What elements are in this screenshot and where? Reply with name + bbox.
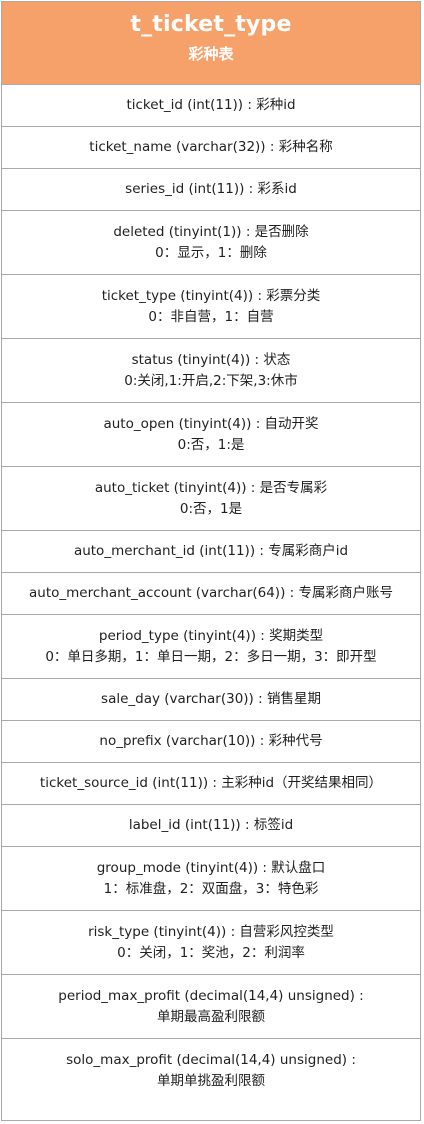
field-definition: ticket_type (tinyint(4)) : 彩票分类 — [101, 287, 321, 304]
field-row: group_mode (tinyint(4)) : 默认盘口 1：标准盘，2：双面… — [2, 847, 420, 911]
field-row: auto_ticket (tinyint(4)) : 是否专属彩 0:否，1是 — [2, 467, 420, 531]
field-row: ticket_name (varchar(32)) : 彩种名称 — [2, 127, 420, 169]
entity-subtitle: 彩种表 — [188, 45, 234, 63]
field-definition: solo_max_profit (decimal(14,4) unsigned)… — [66, 1052, 356, 1068]
field-description: 单期最高盈利限额 — [157, 1008, 265, 1025]
field-definition: risk_type (tinyint(4)) : 自营彩风控类型 — [88, 923, 334, 940]
field-row: auto_open (tinyint(4)) : 自动开奖 0:否，1:是 — [2, 403, 420, 467]
field-description: 0:否，1:是 — [177, 436, 245, 453]
field-definition: auto_merchant_id (int(11)) : 专属彩商户id — [73, 543, 349, 559]
field-definition: period_max_profit (decimal(14,4) unsigne… — [58, 987, 364, 1004]
field-row: no_prefix (varchar(10)) : 彩种代号 — [2, 721, 420, 763]
field-list: ticket_id (int(11)) : 彩种id ticket_name (v… — [2, 85, 420, 1103]
er-entity-table: t_ticket_type 彩种表 ticket_id (int(11)) : … — [1, 1, 421, 1121]
field-definition: period_type (tinyint(4)) : 奖期类型 — [98, 627, 324, 644]
field-row: auto_merchant_account (varchar(64)) : 专属… — [2, 573, 420, 615]
field-description: 0：关闭，1：奖池，2：利润率 — [117, 944, 305, 961]
field-description: 0：单日多期，1：单日一期，2：多日一期，3：即开型 — [45, 648, 377, 665]
field-row: ticket_type (tinyint(4)) : 彩票分类 0：非自营，1：自… — [2, 275, 420, 339]
field-description: 1：标准盘，2：双面盘，3：特色彩 — [103, 880, 319, 897]
field-description: 0:否，1是 — [179, 500, 243, 517]
field-description: 0：显示，1：删除 — [155, 244, 267, 261]
field-definition: no_prefix (varchar(10)) : 彩种代号 — [99, 733, 323, 749]
field-row: risk_type (tinyint(4)) : 自营彩风控类型 0：关闭，1：奖… — [2, 911, 420, 975]
field-definition: ticket_name (varchar(32)) : 彩种名称 — [89, 139, 333, 155]
field-definition: status (tinyint(4)) : 状态 — [131, 351, 291, 368]
field-description: 单期单挑盈利限额 — [157, 1073, 265, 1089]
field-definition: deleted (tinyint(1)) : 是否删除 — [113, 223, 309, 240]
field-definition: ticket_id (int(11)) : 彩种id — [126, 97, 296, 113]
entity-header: t_ticket_type 彩种表 — [2, 2, 420, 85]
field-row: auto_merchant_id (int(11)) : 专属彩商户id — [2, 531, 420, 573]
field-row: deleted (tinyint(1)) : 是否删除 0：显示，1：删除 — [2, 211, 420, 275]
field-row: period_max_profit (decimal(14,4) unsigne… — [2, 975, 420, 1039]
field-row: status (tinyint(4)) : 状态 0:关闭,1:开启,2:下架,3… — [2, 339, 420, 403]
field-description: 0：非自营，1：自营 — [148, 308, 274, 325]
field-row: solo_max_profit (decimal(14,4) unsigned)… — [2, 1039, 420, 1103]
field-definition: series_id (int(11)) : 彩系id — [125, 181, 297, 197]
field-description: 0:关闭,1:开启,2:下架,3:休市 — [124, 372, 298, 389]
field-row: label_id (int(11)) : 标签id — [2, 805, 420, 847]
field-definition: ticket_source_id (int(11)) : 主彩种id（开奖结果相… — [39, 775, 383, 791]
field-row: period_type (tinyint(4)) : 奖期类型 0：单日多期，1：… — [2, 615, 420, 679]
field-definition: sale_day (varchar(30)) : 销售星期 — [101, 691, 321, 707]
field-row: ticket_source_id (int(11)) : 主彩种id（开奖结果相… — [2, 763, 420, 805]
field-definition: auto_merchant_account (varchar(64)) : 专属… — [29, 585, 393, 601]
field-definition: label_id (int(11)) : 标签id — [128, 817, 294, 833]
field-definition: auto_open (tinyint(4)) : 自动开奖 — [103, 415, 319, 432]
entity-title: t_ticket_type — [130, 12, 292, 37]
field-definition: group_mode (tinyint(4)) : 默认盘口 — [96, 859, 326, 876]
field-row: series_id (int(11)) : 彩系id — [2, 169, 420, 211]
field-definition: auto_ticket (tinyint(4)) : 是否专属彩 — [94, 479, 328, 496]
field-row: sale_day (varchar(30)) : 销售星期 — [2, 679, 420, 721]
field-row: ticket_id (int(11)) : 彩种id — [2, 85, 420, 127]
